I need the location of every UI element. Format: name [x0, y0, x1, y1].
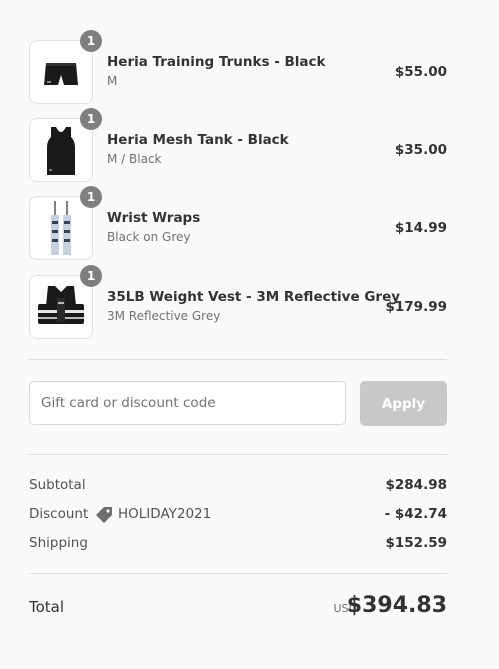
line-item: 1 35LB Weight Vest - 3M Reflective Grey …	[29, 265, 448, 339]
subtotal-value: $284.98	[385, 477, 448, 493]
weight-vest-icon	[38, 286, 84, 324]
discount-tag-icon	[96, 507, 112, 523]
product-thumbnail: 1	[29, 30, 102, 104]
product-price: $55.00	[394, 64, 447, 80]
product-price: $35.00	[394, 142, 447, 158]
quantity-badge: 1	[80, 30, 102, 52]
line-item: 1 Wrist Wraps Black on Grey $14.99	[29, 186, 447, 260]
quantity-badge: 1	[80, 186, 102, 208]
discount-value: - $42.74	[384, 506, 447, 522]
quantity-badge: 1	[80, 265, 102, 287]
order-summary: 1 Heria Training Trunks - Black M $55.00…	[29, 0, 447, 669]
discount-code-input[interactable]	[29, 381, 346, 425]
discount-label: Discount	[29, 506, 89, 522]
product-variant: 3M Reflective Grey	[107, 309, 221, 323]
product-variant: Black on Grey	[107, 230, 191, 244]
product-thumbnail: 1	[29, 186, 102, 260]
apply-discount-button[interactable]: Apply	[360, 381, 447, 426]
subtotal-row: Subtotal $284.98	[29, 477, 447, 495]
line-item: 1 Heria Training Trunks - Black M $55.00	[29, 30, 447, 104]
wrist-wraps-icon	[51, 201, 71, 255]
divider	[29, 454, 447, 455]
tank-top-icon	[47, 127, 75, 175]
product-title: 35LB Weight Vest - 3M Reflective Grey	[107, 289, 401, 305]
divider	[29, 359, 447, 360]
product-title: Wrist Wraps	[107, 210, 201, 226]
discount-row: Discount HOLIDAY2021 - $42.74	[29, 506, 447, 524]
product-thumbnail: 1	[29, 265, 102, 339]
line-item: 1 Heria Mesh Tank - Black M / Black $35.…	[29, 108, 447, 182]
total-value: $394.83	[346, 593, 447, 618]
quantity-badge: 1	[80, 108, 102, 130]
subtotal-label: Subtotal	[29, 477, 86, 493]
product-price: $14.99	[394, 220, 447, 236]
shipping-value: $152.59	[385, 535, 448, 551]
shorts-icon	[44, 63, 78, 85]
divider	[29, 573, 447, 574]
total-label: Total	[29, 598, 65, 616]
product-thumbnail: 1	[29, 108, 102, 182]
product-title: Heria Mesh Tank - Black	[107, 132, 289, 148]
product-variant: M / Black	[107, 152, 162, 166]
discount-code-label: HOLIDAY2021	[118, 506, 212, 522]
product-price: $179.99	[385, 299, 448, 315]
shipping-row: Shipping $152.59	[29, 535, 447, 553]
shipping-label: Shipping	[29, 535, 88, 551]
product-variant: M	[107, 74, 118, 88]
product-title: Heria Training Trunks - Black	[107, 54, 326, 70]
